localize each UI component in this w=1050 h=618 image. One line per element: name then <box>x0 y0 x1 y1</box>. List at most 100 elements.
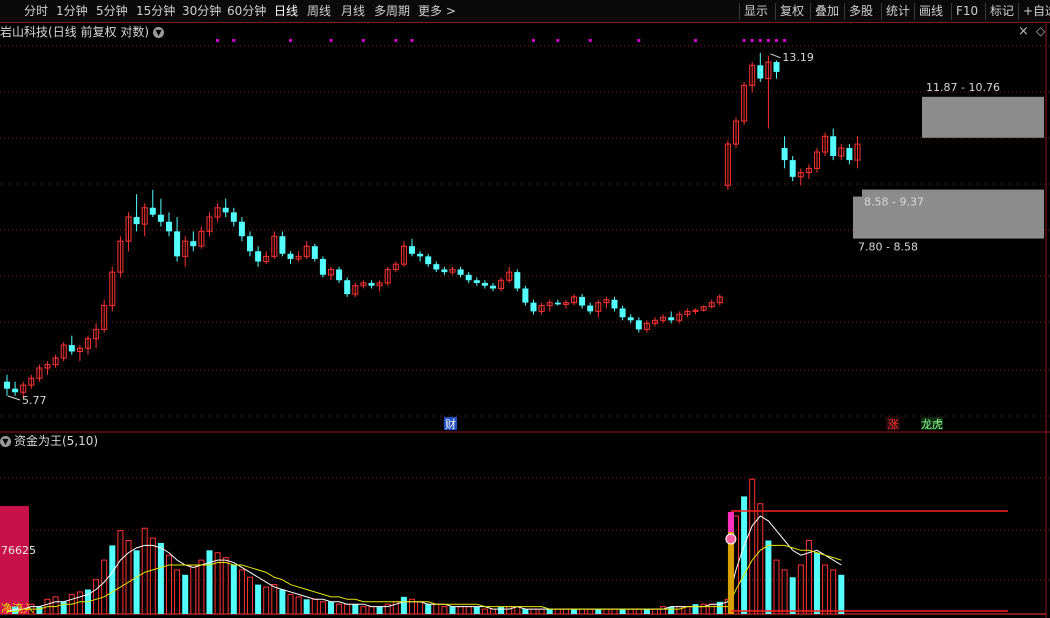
toolbar-button-6[interactable]: F10 <box>956 3 978 19</box>
candle-body <box>247 236 253 252</box>
indicator-bar <box>481 608 488 615</box>
toolbar-separator <box>775 3 776 20</box>
indicator-bar <box>60 601 67 614</box>
toolbar-button-7[interactable]: 标记 <box>990 3 1014 19</box>
low-arrow <box>7 395 21 401</box>
indicator-bar <box>660 606 667 615</box>
indicator-bar <box>741 496 748 614</box>
indicator-bar <box>838 574 845 614</box>
period-tab-2[interactable]: 5分钟 <box>96 3 128 19</box>
signal-marker <box>556 39 560 42</box>
period-tab-1[interactable]: 1分钟 <box>56 3 88 19</box>
toolbar-button-0[interactable]: 显示 <box>744 3 768 19</box>
close-icon[interactable]: × <box>1018 24 1029 39</box>
indicator-bar <box>457 606 464 615</box>
indicator-bar <box>174 569 181 615</box>
candle-body <box>319 258 326 275</box>
indicator-bar <box>571 609 577 614</box>
candle-body <box>668 317 675 321</box>
period-tab-8[interactable]: 月线 <box>341 3 365 19</box>
toolbar-button-1[interactable]: 复权 <box>780 3 804 19</box>
indicator-bar <box>206 550 213 614</box>
candle-body <box>279 236 286 254</box>
candle-body <box>174 231 181 257</box>
candle-body <box>522 288 529 303</box>
indicator-bar <box>222 557 229 615</box>
toolbar-separator <box>951 3 952 20</box>
surge-pink-bar <box>727 512 734 532</box>
indicator-bar <box>449 606 456 614</box>
indicator-bar <box>627 608 634 615</box>
indicator-bar <box>554 608 561 615</box>
period-tab-0[interactable]: 分时 <box>24 3 48 19</box>
low-price-label: 5.77 <box>22 394 47 407</box>
period-tab-3[interactable]: 15分钟 <box>136 3 175 19</box>
toolbar-button-8[interactable]: +自选 <box>1023 3 1050 19</box>
indicator-bar <box>441 606 448 615</box>
candle-body <box>473 280 480 283</box>
toolbar-button-5[interactable]: 画线 <box>919 3 943 19</box>
signal-marker <box>532 39 535 42</box>
indicator-bar <box>328 601 334 614</box>
indicator-bar <box>538 608 545 615</box>
candle-body <box>68 345 75 352</box>
period-tab-6[interactable]: 日线 <box>274 3 298 19</box>
period-tab-7[interactable]: 周线 <box>307 3 331 19</box>
candle-body <box>433 264 440 270</box>
zone-mid-label: 8.58 - 9.37 <box>864 196 924 209</box>
indicator-bar <box>546 609 553 614</box>
candle-body <box>490 285 496 289</box>
candle-body <box>830 136 837 157</box>
surge-marker-icon <box>725 533 737 545</box>
indicator-bar <box>400 596 407 614</box>
toolbar-separator <box>914 3 915 20</box>
chevron-down-icon[interactable]: ▼ <box>153 27 165 38</box>
event-tag-zhang: 涨 <box>888 418 899 431</box>
candle-body <box>222 207 229 213</box>
diamond-icon[interactable]: ◇ <box>1036 24 1045 38</box>
candle-body <box>773 62 780 72</box>
candle-body <box>587 305 594 312</box>
indicator-bar <box>166 554 172 615</box>
period-tab-9[interactable]: 多周期 <box>374 3 410 19</box>
candle-body <box>133 217 140 225</box>
indicator-bar <box>230 565 237 614</box>
indicator-bar <box>603 608 610 615</box>
toolbar-button-2[interactable]: 叠加 <box>815 3 839 19</box>
toolbar-button-3[interactable]: 多股 <box>849 3 873 19</box>
indicator-bar <box>101 559 108 615</box>
indicator-bar <box>149 537 156 615</box>
indicator-bar <box>676 606 683 615</box>
indicator-bar <box>376 606 383 614</box>
candle-body <box>409 246 415 254</box>
candle-body <box>619 308 626 318</box>
indicator-bar <box>182 574 189 614</box>
period-tab-5[interactable]: 60分钟 <box>227 3 266 19</box>
indicator-bar <box>635 608 642 615</box>
indicator-bar <box>344 603 351 615</box>
indicator-bar <box>12 606 19 614</box>
indicator-bar <box>765 540 772 614</box>
candle-body <box>344 280 351 295</box>
indicator-bar <box>781 569 788 615</box>
kline-chart-canvas[interactable]: 13.19 5.77 11.87 - 10.76 8.58 - 9.37 7.80 - … <box>0 0 1050 618</box>
period-tab-10[interactable]: 更多 > <box>418 3 456 19</box>
indicator-bar <box>417 601 424 615</box>
indicator-bar <box>287 593 294 615</box>
indicator-bar <box>708 603 715 615</box>
period-tab-4[interactable]: 30分钟 <box>182 3 221 19</box>
toolbar-separator <box>881 3 882 20</box>
toolbar-button-4[interactable]: 统计 <box>886 3 910 19</box>
indicator-bar <box>352 604 359 614</box>
indicator-bar <box>757 503 764 615</box>
indicator-bar <box>255 584 262 614</box>
indicator-bar <box>360 606 367 615</box>
indicator-bar <box>587 608 594 615</box>
candle-body <box>287 253 294 259</box>
indicator-bar <box>336 603 343 615</box>
candle-body <box>514 272 521 289</box>
stock-title-bar: 岩山科技(日线 前复权 对数) ▼ <box>0 24 165 40</box>
candle-body <box>481 282 488 286</box>
indicator-chevron-down-icon[interactable]: ▼ <box>0 436 11 447</box>
indicator-bar <box>797 564 804 615</box>
